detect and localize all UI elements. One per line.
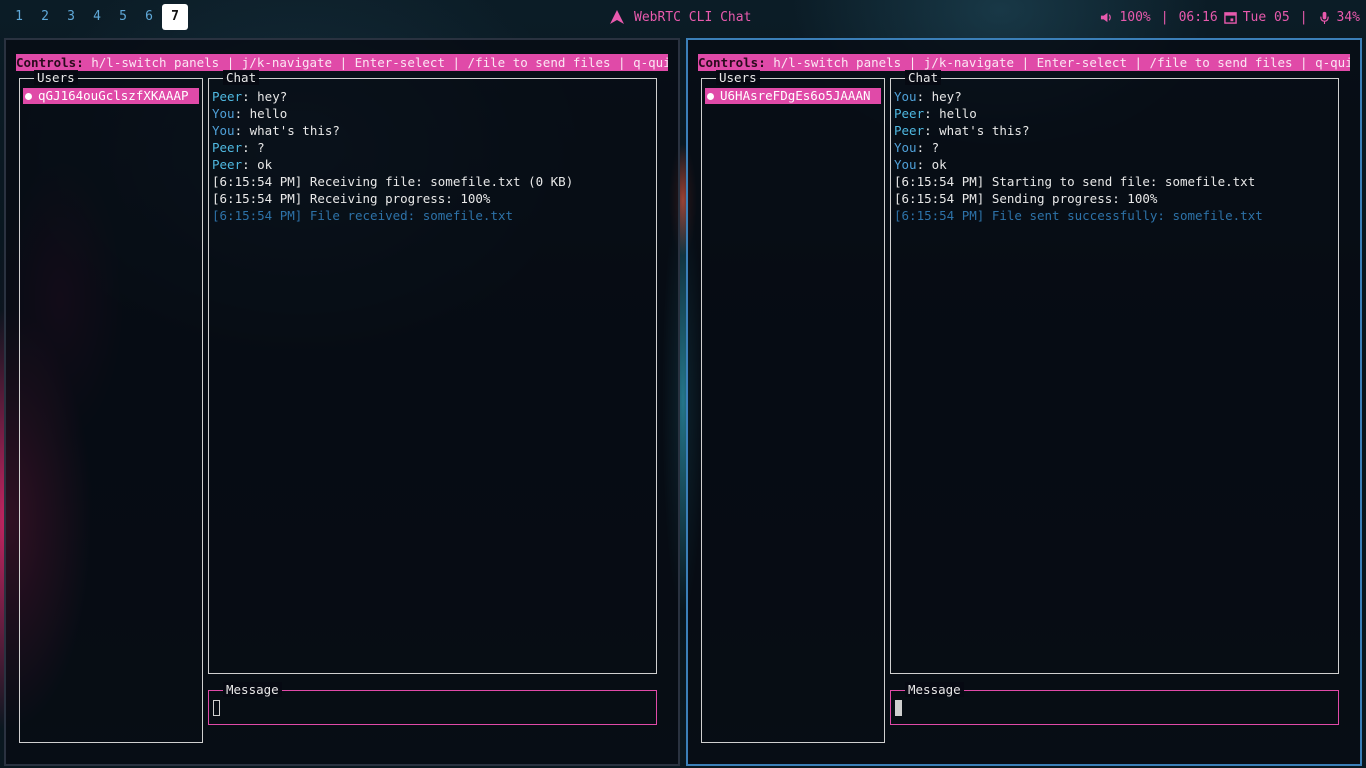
sender-name: Peer bbox=[894, 123, 925, 138]
system-message: [6:15:54 PM] Sending progress: 100% bbox=[894, 191, 1158, 206]
arch-logo-icon bbox=[610, 10, 624, 24]
message-text: : ? bbox=[242, 140, 265, 155]
window-title: WebRTC CLI Chat bbox=[634, 9, 752, 25]
chat-message: You: hello bbox=[212, 105, 652, 122]
system-message: [6:15:54 PM] Starting to send file: some… bbox=[894, 174, 1256, 189]
message-text: : hello bbox=[234, 106, 288, 121]
calendar-icon bbox=[1223, 11, 1237, 24]
system-message-info: [6:15:54 PM] File received: somefile.txt bbox=[212, 208, 514, 223]
workspace-5[interactable]: 5 bbox=[110, 4, 136, 30]
chat-panel-title: Chat bbox=[905, 70, 942, 85]
chat-panel-title: Chat bbox=[223, 70, 260, 85]
chat-message: You: ? bbox=[894, 139, 1334, 156]
chat-message: Peer: what's this? bbox=[894, 122, 1334, 139]
chat-message: You: what's this? bbox=[212, 122, 652, 139]
users-panel-title: Users bbox=[716, 70, 760, 85]
system-message-info: [6:15:54 PM] File sent successfully: som… bbox=[894, 208, 1263, 223]
sender-name: Peer bbox=[212, 140, 243, 155]
message-text: : hello bbox=[924, 106, 977, 121]
message-text: : what's this? bbox=[234, 123, 340, 138]
workspace-1[interactable]: 1 bbox=[6, 4, 32, 30]
clock-time: 06:16 bbox=[1178, 9, 1218, 25]
window-title-area: WebRTC CLI Chat bbox=[610, 0, 751, 34]
chat-message: Peer: hello bbox=[894, 105, 1334, 122]
chat-message: Peer: ? bbox=[212, 139, 652, 156]
chat-message: Peer: ok bbox=[212, 156, 652, 173]
users-panel[interactable]: Users U6HAsreFDgEs6o5JAAAN bbox=[701, 70, 885, 743]
chat-message: You: ok bbox=[894, 156, 1334, 173]
status-separator: | bbox=[1299, 9, 1308, 25]
terminal-window-left[interactable]: Controls: h/l-switch panels | j/k-naviga… bbox=[4, 38, 680, 766]
sender-name: You bbox=[894, 157, 917, 172]
workspace-switcher: 1 2 3 4 5 6 7 bbox=[6, 0, 188, 34]
message-text: : what's this? bbox=[924, 123, 1030, 138]
sender-name: Peer bbox=[212, 89, 243, 104]
status-separator: | bbox=[1160, 9, 1169, 25]
system-message: [6:15:54 PM] Receiving progress: 100% bbox=[212, 191, 491, 206]
mic-level[interactable]: 34% bbox=[1337, 10, 1360, 25]
chat-panel[interactable]: Chat Peer: hey? You: hello You: what's t… bbox=[208, 70, 657, 674]
sender-name: You bbox=[894, 89, 917, 104]
message-panel-title: Message bbox=[905, 682, 964, 697]
chat-log: Peer: hey? You: hello You: what's this? … bbox=[212, 88, 652, 224]
chat-log: You: hey? Peer: hello Peer: what's this?… bbox=[894, 88, 1334, 224]
message-text: : ok bbox=[242, 157, 273, 172]
message-panel-title: Message bbox=[223, 682, 282, 697]
message-text: : ? bbox=[916, 140, 940, 155]
message-text: : ok bbox=[916, 157, 947, 172]
message-text: : hey? bbox=[916, 89, 962, 104]
sender-name: Peer bbox=[212, 157, 243, 172]
controls-help: h/l-switch panels | j/k-navigate | Enter… bbox=[765, 55, 1350, 70]
workspace-2[interactable]: 2 bbox=[32, 4, 58, 30]
system-message: [6:15:54 PM] Receiving file: somefile.tx… bbox=[212, 174, 574, 189]
controls-bar: Controls: h/l-switch panels | j/k-naviga… bbox=[698, 54, 1350, 71]
user-id: U6HAsreFDgEs6o5JAAAN bbox=[720, 88, 871, 103]
status-bar: 1 2 3 4 5 6 7 WebRTC CLI Chat 100% | 06:… bbox=[0, 0, 1366, 34]
controls-help: h/l-switch panels | j/k-navigate | Enter… bbox=[83, 55, 668, 70]
message-input[interactable] bbox=[895, 700, 902, 716]
microphone-icon[interactable] bbox=[1318, 11, 1331, 24]
controls-label: Controls: bbox=[16, 55, 84, 70]
online-dot-icon bbox=[707, 93, 714, 100]
message-text: : hey? bbox=[242, 89, 288, 104]
message-panel[interactable]: Message bbox=[890, 682, 1339, 725]
volume-level[interactable]: 100% bbox=[1119, 10, 1150, 25]
controls-label: Controls: bbox=[698, 55, 766, 70]
message-input[interactable] bbox=[213, 700, 220, 716]
sender-name: You bbox=[212, 106, 235, 121]
online-dot-icon bbox=[25, 93, 32, 100]
sender-name: Peer bbox=[894, 106, 925, 121]
workspace-7[interactable]: 7 bbox=[162, 4, 188, 30]
users-panel[interactable]: Users qGJ164ouGclszfXKAAAP bbox=[19, 70, 203, 743]
workspace-6[interactable]: 6 bbox=[136, 4, 162, 30]
message-panel[interactable]: Message bbox=[208, 682, 657, 725]
sender-name: You bbox=[212, 123, 235, 138]
volume-icon[interactable] bbox=[1100, 11, 1113, 24]
users-panel-title: Users bbox=[34, 70, 78, 85]
workspace-3[interactable]: 3 bbox=[58, 4, 84, 30]
chat-panel[interactable]: Chat You: hey? Peer: hello Peer: what's … bbox=[890, 70, 1339, 674]
chat-message: Peer: hey? bbox=[212, 88, 652, 105]
clock-date: Tue 05 bbox=[1242, 9, 1290, 25]
system-status: 100% | 06:16 Tue 05 | 34% bbox=[1100, 0, 1360, 34]
chat-message: You: hey? bbox=[894, 88, 1334, 105]
terminal-window-right[interactable]: Controls: h/l-switch panels | j/k-naviga… bbox=[686, 38, 1362, 766]
controls-bar: Controls: h/l-switch panels | j/k-naviga… bbox=[16, 54, 668, 71]
user-id: qGJ164ouGclszfXKAAAP bbox=[38, 88, 189, 103]
sender-name: You bbox=[894, 140, 917, 155]
user-list-item-selected[interactable]: U6HAsreFDgEs6o5JAAAN bbox=[705, 88, 881, 104]
workspace-4[interactable]: 4 bbox=[84, 4, 110, 30]
user-list-item-selected[interactable]: qGJ164ouGclszfXKAAAP bbox=[23, 88, 199, 104]
